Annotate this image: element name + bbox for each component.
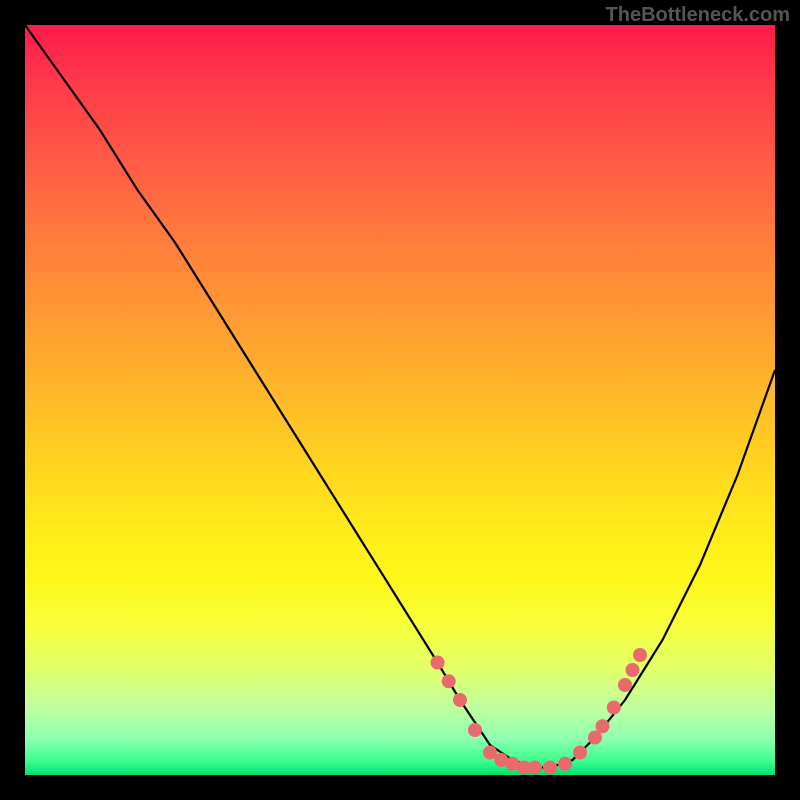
watermark-text: TheBottleneck.com — [606, 4, 790, 27]
curve-svg — [25, 25, 775, 775]
bottleneck-curve — [25, 25, 775, 768]
marker-dot — [453, 693, 467, 707]
marker-dot — [442, 674, 456, 688]
marker-dot — [596, 719, 610, 733]
plot-area — [25, 25, 775, 775]
marker-dot — [528, 761, 542, 775]
chart-container: TheBottleneck.com — [0, 0, 800, 800]
marker-dot — [558, 757, 572, 771]
marker-dot — [633, 648, 647, 662]
marker-dot — [626, 663, 640, 677]
marker-dot — [543, 761, 557, 775]
marker-dot — [607, 701, 621, 715]
curve-markers — [431, 648, 648, 775]
marker-dot — [468, 723, 482, 737]
marker-dot — [618, 678, 632, 692]
marker-dot — [573, 746, 587, 760]
marker-dot — [431, 656, 445, 670]
